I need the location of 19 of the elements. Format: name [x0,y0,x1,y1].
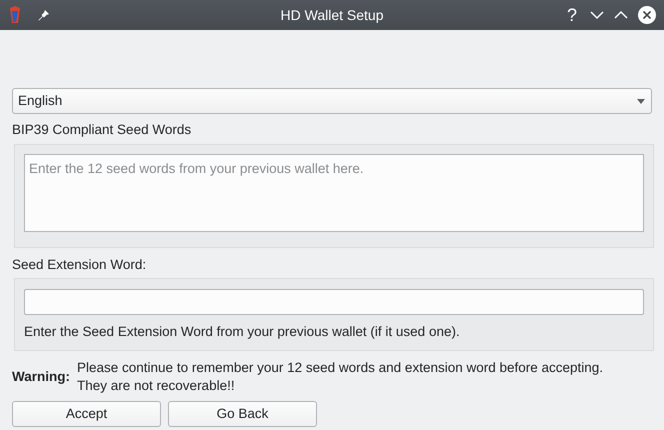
pin-icon[interactable] [38,9,50,21]
dialog-button[interactable]: Go Back [168,401,317,428]
warning-text: Please continue to remember your 12 seed words and extension word before accepting. [77,359,604,378]
dialog-button[interactable]: Accept [12,401,161,428]
app-logo-icon [8,6,22,24]
maximize-icon[interactable] [614,10,628,20]
window-title: HD Wallet Setup [280,6,384,25]
warning-text: They are not recoverable!! [77,377,236,396]
warning-label: Warning: [12,368,71,386]
seed-extension-hint: Enter the Seed Extension Word from your previous wallet (if it used one). [24,323,461,342]
seed-extension-label: Seed Extension Word: [12,256,148,274]
close-icon[interactable] [638,6,656,24]
minimize-icon[interactable] [590,10,604,20]
language-dropdown[interactable]: English [12,88,652,114]
dropdown-arrow-icon [637,98,645,104]
seed-words-label: BIP39 Compliant Seed Words [12,121,192,139]
seed-extension-field[interactable] [24,289,644,316]
seed-words-field[interactable]: Enter the 12 seed words from your previous wallet here. [24,154,644,232]
help-button[interactable]: ? [564,6,580,24]
